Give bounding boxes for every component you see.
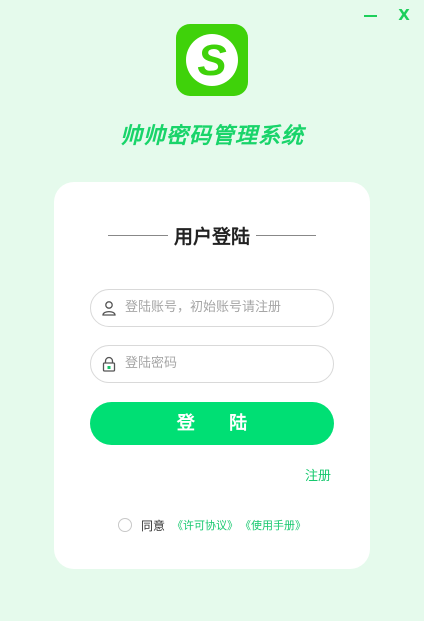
logo-s-icon: S	[186, 34, 238, 86]
close-button[interactable]: X	[396, 6, 412, 24]
manual-link[interactable]: 《使用手册》	[240, 517, 306, 533]
app-title: 帅帅密码管理系统	[119, 124, 304, 149]
password-input[interactable]: 登陆密码	[90, 345, 334, 383]
login-heading: 用户登陆	[173, 226, 250, 248]
password-placeholder: 登陆密码	[125, 356, 178, 371]
agree-label: 同意	[141, 519, 166, 533]
lock-icon	[102, 356, 116, 372]
logo-letter: S	[197, 36, 226, 85]
login-heading-section: 用户登陆	[54, 222, 370, 252]
account-input[interactable]: 登陆账号，初始账号请注册	[90, 289, 334, 327]
minimize-icon[interactable]	[364, 8, 378, 22]
agree-checkbox[interactable]	[118, 518, 132, 532]
user-icon	[102, 301, 116, 316]
app-logo: S	[176, 24, 248, 96]
login-window: X S 帅帅密码管理系统 用户登陆 登陆账号，初始账号请注册 登陆密码 登 陆 …	[0, 0, 424, 621]
login-button[interactable]: 登 陆	[90, 402, 334, 445]
account-placeholder: 登陆账号，初始账号请注册	[125, 300, 282, 315]
register-link[interactable]: 注册	[305, 465, 331, 484]
license-link[interactable]: 《许可协议》	[172, 517, 238, 533]
